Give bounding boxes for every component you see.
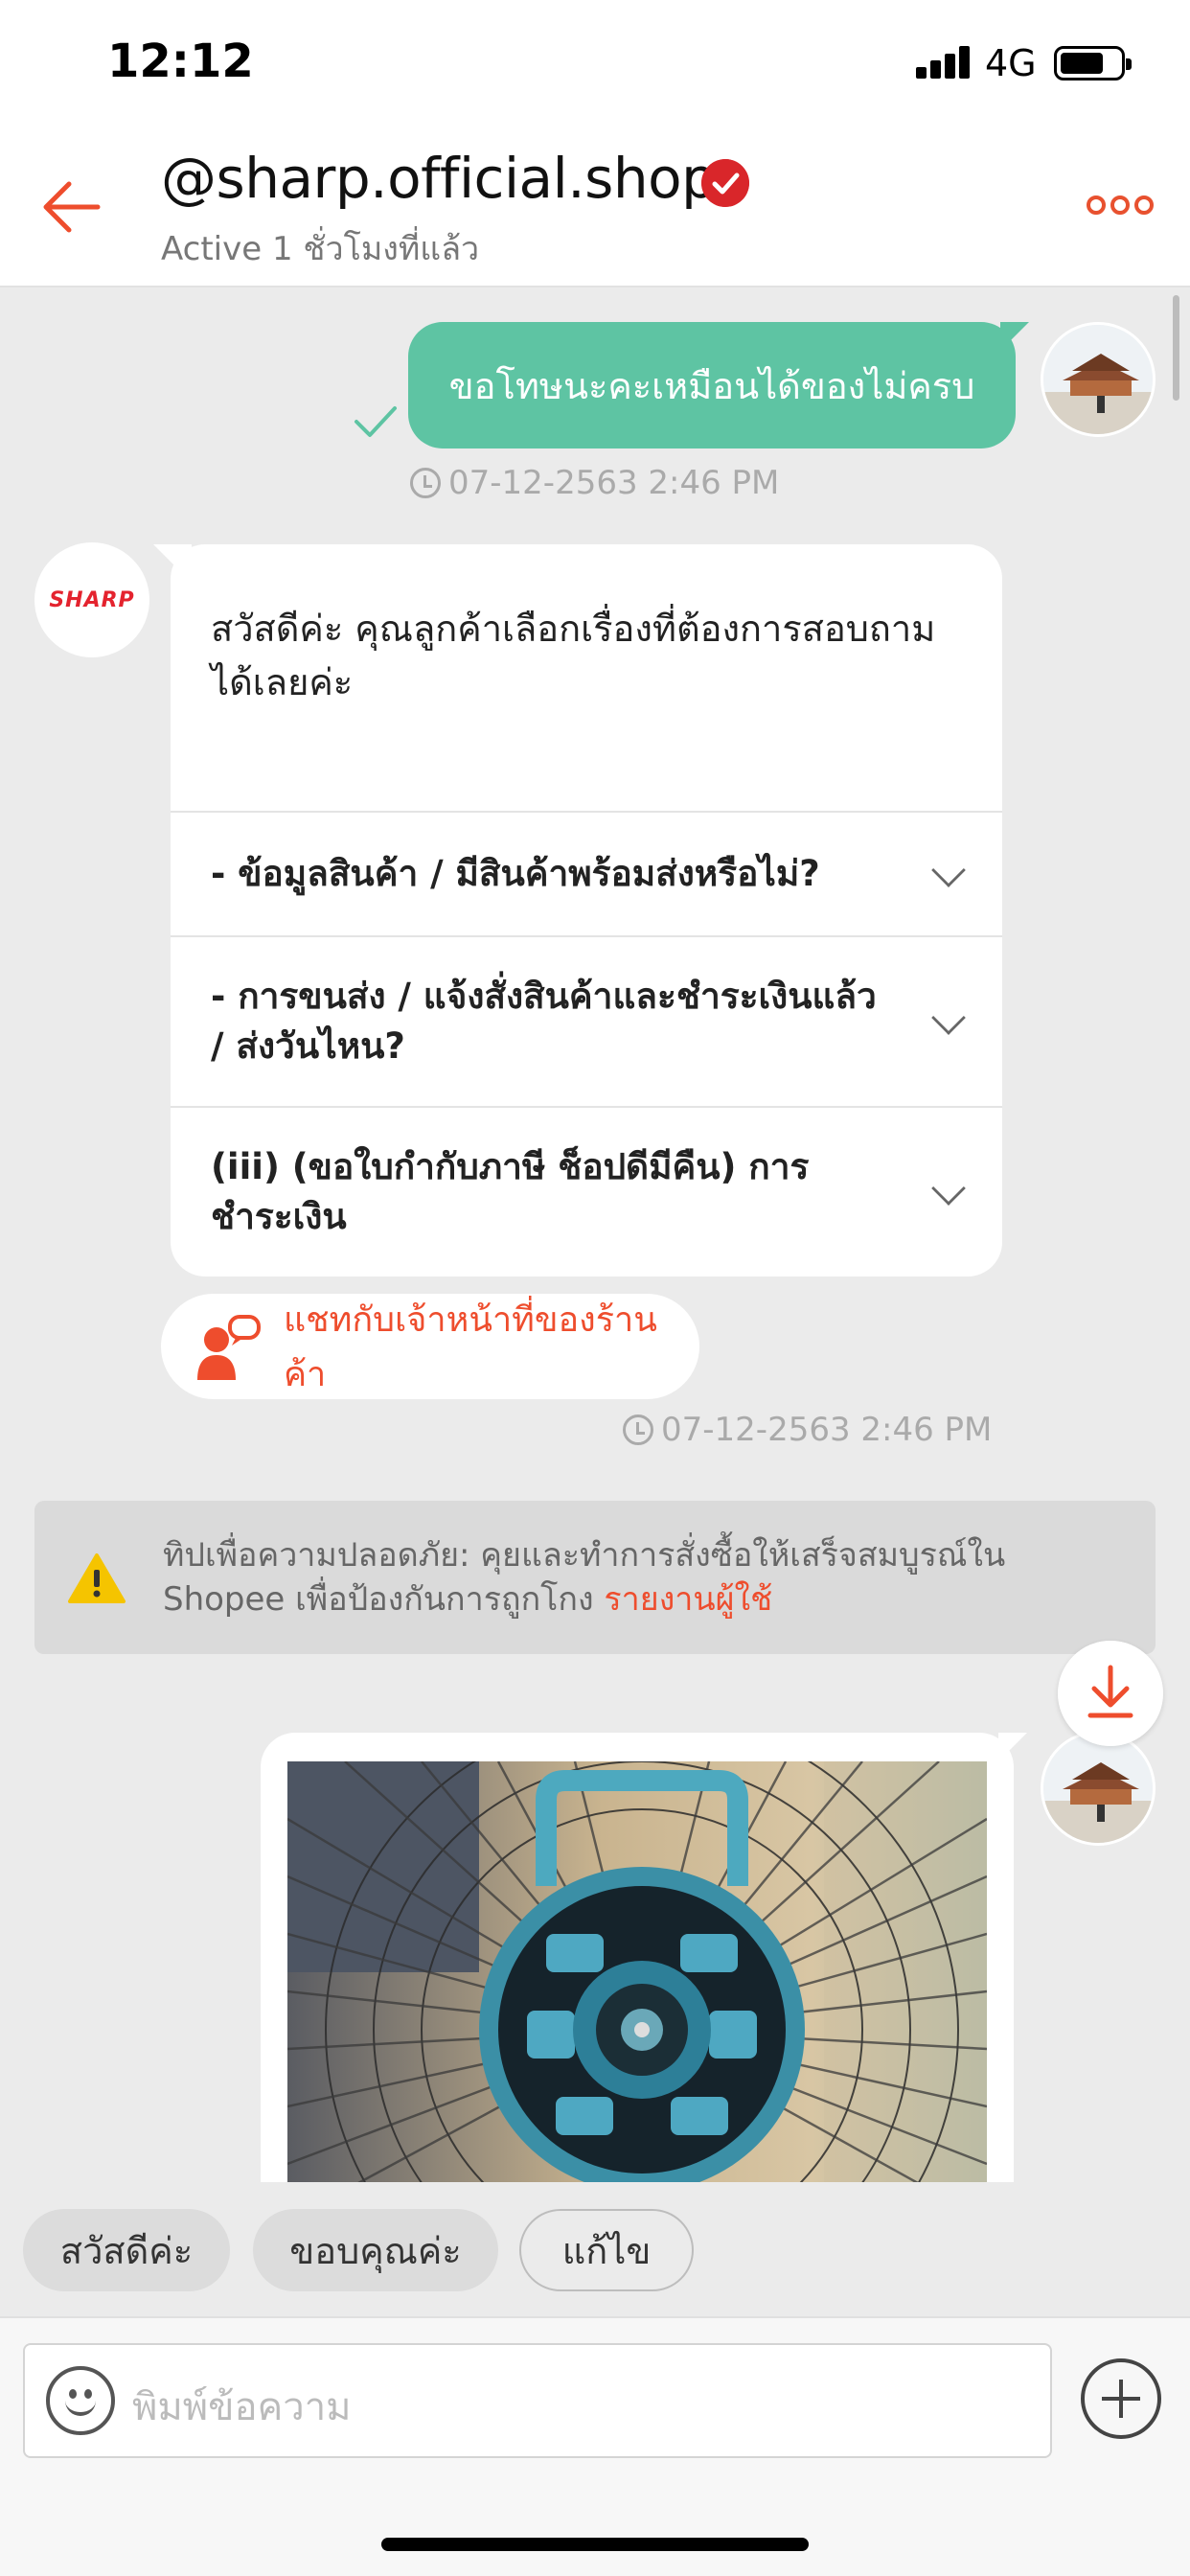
- download-icon[interactable]: [1058, 1641, 1163, 1746]
- outgoing-timestamp: 07-12-2563 2:46 PM: [410, 464, 779, 502]
- card-greeting: สวัสดีค่ะ คุณลูกค้าเลือกเรื่องที่ต้องการ…: [211, 608, 936, 703]
- fan-photo[interactable]: [287, 1761, 987, 2182]
- chevron-down-icon: [931, 853, 966, 887]
- message-input[interactable]: พิมพ์ข้อความ: [23, 2343, 1052, 2458]
- chat-with-agent-button[interactable]: แชทกับเจ้าหน้าที่ของร้านค้า: [161, 1294, 699, 1399]
- clock-icon: [623, 1414, 653, 1445]
- clock-icon: [410, 468, 441, 498]
- back-arrow-icon[interactable]: [36, 172, 105, 242]
- network-type: 4G: [985, 42, 1037, 84]
- quick-reply-edit[interactable]: แก้ไข: [519, 2209, 694, 2291]
- shop-active-status: Active 1 ชั่วโมงที่แล้ว: [161, 230, 480, 268]
- safety-tip-text: ทิปเพื่อความปลอดภัย: คุยและทำการสั่งซื้อ…: [163, 1536, 1006, 1619]
- auto-reply-card: สวัสดีค่ะ คุณลูกค้าเลือกเรื่องที่ต้องการ…: [171, 544, 1002, 1276]
- card-option-label: - การขนส่ง / แจ้งสั่งสินค้าและชำระเงินแล…: [211, 976, 877, 1067]
- outgoing-message-bubble[interactable]: ขอโทษนะคะเหมือนได้ของไม่ครบ: [408, 322, 1029, 448]
- quick-reply-thanks[interactable]: ขอบคุณค่ะ: [253, 2209, 498, 2291]
- report-user-link[interactable]: รายงานผู้ใช้: [604, 1580, 772, 1619]
- card-timestamp: 07-12-2563 2:46 PM: [623, 1411, 992, 1449]
- agent-chat-icon: [196, 1315, 261, 1380]
- emoji-icon[interactable]: [46, 2366, 115, 2435]
- battery-icon: [1054, 46, 1132, 80]
- chat-with-agent-label: แชทกับเจ้าหน้าที่ของร้านค้า: [283, 1300, 657, 1394]
- chevron-down-icon: [931, 1171, 966, 1206]
- safety-tip-banner: ทิปเพื่อความปลอดภัย: คุยและทำการสั่งซื้อ…: [34, 1501, 1156, 1654]
- home-indicator: [381, 2538, 809, 2551]
- chevron-down-icon: [931, 1000, 966, 1035]
- image-message-bubble[interactable]: [261, 1733, 1027, 2182]
- scrollbar[interactable]: [1173, 295, 1179, 401]
- shop-avatar-logo: SHARP: [49, 587, 135, 612]
- quick-reply-hello[interactable]: สวัสดีค่ะ: [23, 2209, 230, 2291]
- chat-header: @sharp.official.shop Active 1 ชั่วโมงที่…: [0, 134, 1190, 288]
- shop-name[interactable]: @sharp.official.shop: [161, 146, 717, 211]
- user-avatar[interactable]: [1041, 1731, 1156, 1846]
- card-option-tax-invoice[interactable]: (iii) (ขอใบกำกับภาษี ช็อปดีมีคืน) การชำร…: [171, 1106, 1002, 1276]
- card-option-label: - ข้อมูลสินค้า / มีสินค้าพร้อมส่งหรือไม่…: [211, 853, 820, 894]
- more-icon[interactable]: [1087, 194, 1154, 217]
- warning-icon: [68, 1553, 126, 1603]
- message-input-placeholder: พิมพ์ข้อความ: [132, 2385, 352, 2429]
- chat-area[interactable]: ขอโทษนะคะเหมือนได้ของไม่ครบ 07-12-2563 2…: [0, 289, 1190, 2182]
- card-option-product-info[interactable]: - ข้อมูลสินค้า / มีสินค้าพร้อมส่งหรือไม่…: [171, 811, 1002, 935]
- card-option-shipping[interactable]: - การขนส่ง / แจ้งสั่งสินค้าและชำระเงินแล…: [171, 935, 1002, 1106]
- status-time: 12:12: [107, 34, 254, 88]
- signal-icon: [916, 46, 972, 79]
- card-option-label: (iii) (ขอใบกำกับภาษี ช็อปดีมีคืน) การชำร…: [211, 1146, 810, 1237]
- outgoing-message-text: ขอโทษนะคะเหมือนได้ของไม่ครบ: [448, 364, 975, 407]
- plus-icon[interactable]: [1081, 2358, 1161, 2439]
- sent-check-icon: [355, 406, 397, 437]
- shop-avatar[interactable]: SHARP: [34, 542, 149, 657]
- verified-badge-icon: [701, 159, 749, 207]
- status-bar: 12:12 4G: [0, 0, 1190, 134]
- user-avatar[interactable]: [1041, 322, 1156, 437]
- quick-replies: สวัสดีค่ะ ขอบคุณค่ะ แก้ไข: [0, 2182, 1190, 2316]
